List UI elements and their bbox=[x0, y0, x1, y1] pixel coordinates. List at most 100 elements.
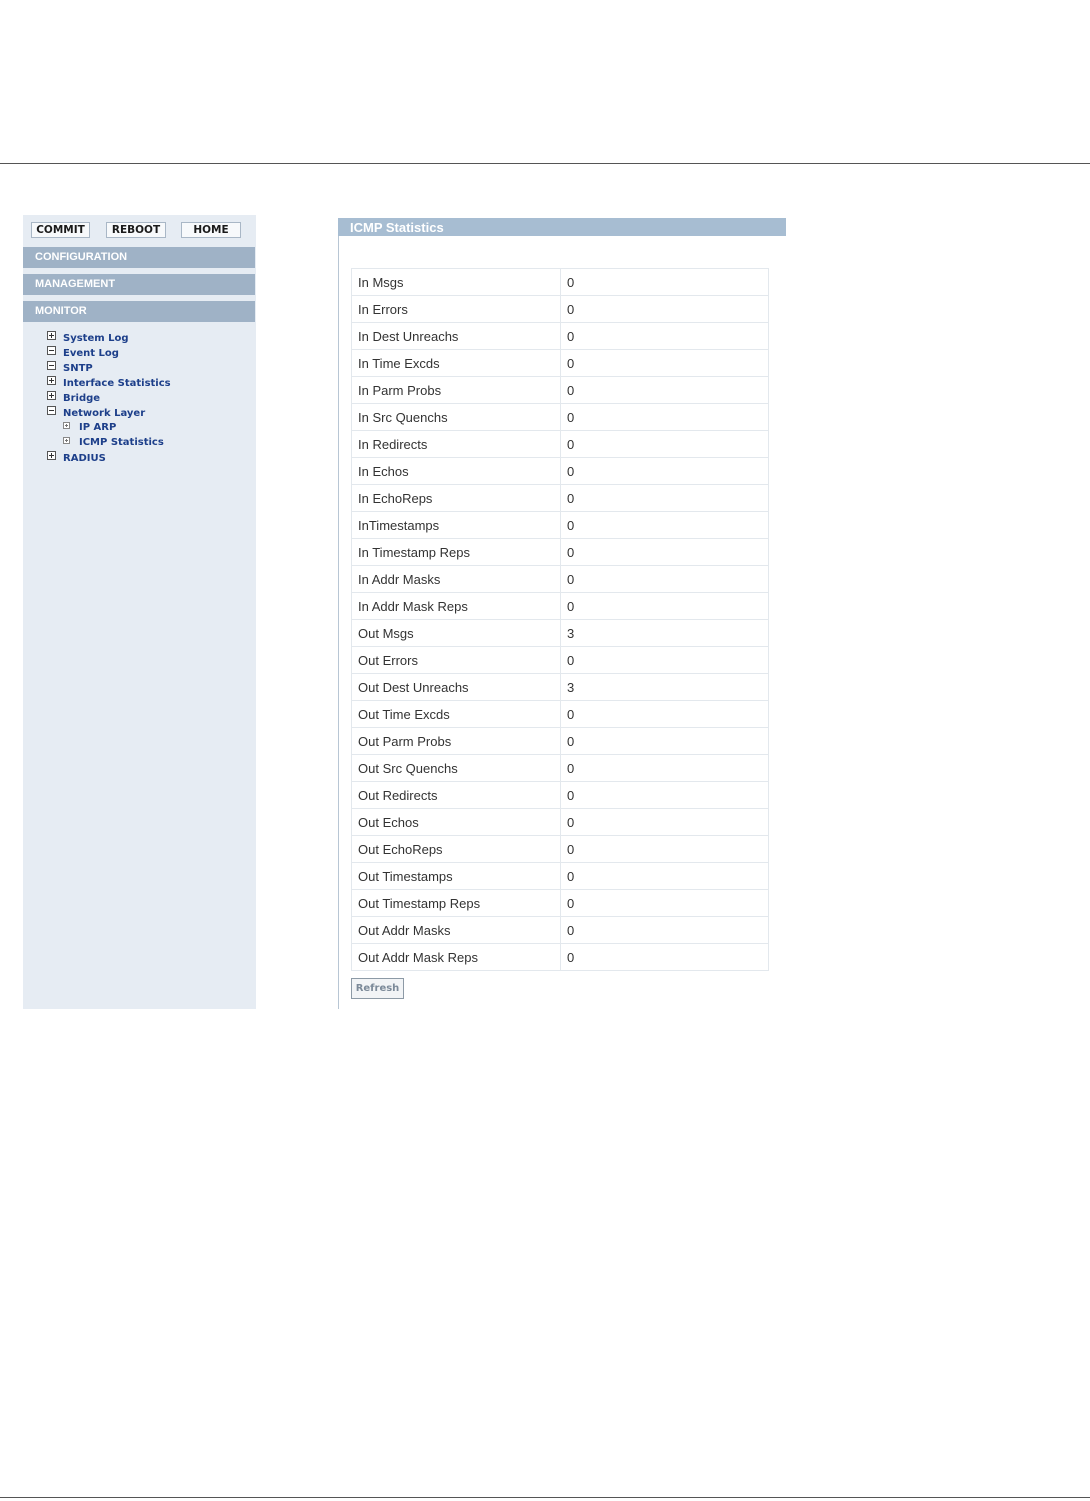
tree-item-label[interactable]: SNTP bbox=[63, 363, 93, 374]
reboot-button[interactable]: REBOOT bbox=[106, 222, 166, 238]
table-row: Out Parm Probs 0 bbox=[351, 727, 769, 755]
small-box-icon[interactable] bbox=[63, 437, 70, 444]
stat-label: Out Errors bbox=[351, 646, 561, 674]
table-row: Out Msgs 3 bbox=[351, 619, 769, 647]
table-row: Out Time Excds 0 bbox=[351, 700, 769, 728]
stat-value: 0 bbox=[560, 376, 769, 404]
monitor-tree: System Log Event Log SNTP Interface Statist… bbox=[47, 331, 171, 466]
stat-value: 0 bbox=[560, 754, 769, 782]
table-row: In Echos 0 bbox=[351, 457, 769, 485]
page-title: ICMP Statistics bbox=[338, 218, 786, 236]
stat-label: Out Timestamp Reps bbox=[351, 889, 561, 917]
stat-label: Out Redirects bbox=[351, 781, 561, 809]
stat-value: 0 bbox=[560, 511, 769, 539]
stat-label: In Addr Mask Reps bbox=[351, 592, 561, 620]
stat-label: In Dest Unreachs bbox=[351, 322, 561, 350]
stat-value: 0 bbox=[560, 430, 769, 458]
stat-label: Out Addr Masks bbox=[351, 916, 561, 944]
table-row: Out Timestamp Reps 0 bbox=[351, 889, 769, 917]
tree-item[interactable]: Event Log bbox=[47, 346, 171, 361]
tree-item-label[interactable]: Bridge bbox=[63, 393, 100, 404]
table-row: In Addr Masks 0 bbox=[351, 565, 769, 593]
stat-value: 3 bbox=[560, 673, 769, 701]
stat-label: Out EchoReps bbox=[351, 835, 561, 863]
stat-value: 0 bbox=[560, 916, 769, 944]
stat-label: In EchoReps bbox=[351, 484, 561, 512]
tree-item-label[interactable]: Interface Statistics bbox=[63, 378, 171, 389]
tree-item[interactable]: IP ARP bbox=[47, 421, 171, 436]
tree-item-label[interactable]: ICMP Statistics bbox=[79, 437, 164, 448]
table-row: In Time Excds 0 bbox=[351, 349, 769, 377]
stat-value: 0 bbox=[560, 808, 769, 836]
stat-value: 0 bbox=[560, 646, 769, 674]
stats-table: In Msgs 0 In Errors 0 In Dest Unreachs 0 In Ti… bbox=[351, 268, 769, 971]
table-row: In Parm Probs 0 bbox=[351, 376, 769, 404]
sidebar: COMMIT REBOOT HOME CONFIGURATION MANAGEM… bbox=[23, 215, 256, 1009]
stat-label: Out Addr Mask Reps bbox=[351, 943, 561, 971]
stat-label: Out Echos bbox=[351, 808, 561, 836]
plus-box-icon[interactable] bbox=[47, 376, 56, 385]
stat-value: 0 bbox=[560, 889, 769, 917]
table-row: Out Errors 0 bbox=[351, 646, 769, 674]
tree-item[interactable]: Bridge bbox=[47, 391, 171, 406]
header-divider bbox=[0, 163, 1090, 164]
stat-value: 0 bbox=[560, 592, 769, 620]
section-management[interactable]: MANAGEMENT bbox=[23, 274, 255, 295]
stat-value: 0 bbox=[560, 457, 769, 485]
commit-button[interactable]: COMMIT bbox=[31, 222, 90, 238]
stat-value: 0 bbox=[560, 565, 769, 593]
section-monitor[interactable]: MONITOR bbox=[23, 301, 255, 322]
stat-value: 0 bbox=[560, 484, 769, 512]
toolbar: COMMIT REBOOT HOME bbox=[31, 222, 253, 238]
tree-item-label[interactable]: Event Log bbox=[63, 348, 119, 359]
tree-item-label[interactable]: System Log bbox=[63, 333, 129, 344]
stat-value: 0 bbox=[560, 727, 769, 755]
tree-item-label[interactable]: Network Layer bbox=[63, 408, 145, 419]
stat-label: Out Dest Unreachs bbox=[351, 673, 561, 701]
footer-divider bbox=[0, 1497, 1090, 1498]
tree-item[interactable]: System Log bbox=[47, 331, 171, 346]
stat-label: In Errors bbox=[351, 295, 561, 323]
minus-box-icon[interactable] bbox=[47, 406, 56, 415]
stat-label: In Src Quenchs bbox=[351, 403, 561, 431]
home-button[interactable]: HOME bbox=[181, 222, 241, 238]
tree-item-label[interactable]: RADIUS bbox=[63, 453, 106, 464]
table-row: Out Echos 0 bbox=[351, 808, 769, 836]
table-row: In EchoReps 0 bbox=[351, 484, 769, 512]
stat-label: In Redirects bbox=[351, 430, 561, 458]
table-row: In Timestamp Reps 0 bbox=[351, 538, 769, 566]
small-box-icon[interactable] bbox=[63, 422, 70, 429]
table-row: In Dest Unreachs 0 bbox=[351, 322, 769, 350]
stat-label: Out Timestamps bbox=[351, 862, 561, 890]
refresh-button[interactable]: Refresh bbox=[351, 978, 404, 999]
table-row: Out Src Quenchs 0 bbox=[351, 754, 769, 782]
tree-item[interactable]: ICMP Statistics bbox=[47, 436, 171, 451]
stat-label: Out Src Quenchs bbox=[351, 754, 561, 782]
tree-item[interactable]: RADIUS bbox=[47, 451, 171, 466]
stat-value: 0 bbox=[560, 943, 769, 971]
tree-item[interactable]: Network Layer bbox=[47, 406, 171, 421]
table-row: Out Addr Mask Reps 0 bbox=[351, 943, 769, 971]
tree-item-label[interactable]: IP ARP bbox=[79, 422, 116, 433]
section-configuration[interactable]: CONFIGURATION bbox=[23, 247, 255, 268]
plus-box-icon[interactable] bbox=[47, 331, 56, 340]
stat-value: 0 bbox=[560, 835, 769, 863]
plus-box-icon[interactable] bbox=[47, 451, 56, 460]
stat-value: 3 bbox=[560, 619, 769, 647]
stat-label: Out Msgs bbox=[351, 619, 561, 647]
stat-value: 0 bbox=[560, 268, 769, 296]
stat-value: 0 bbox=[560, 322, 769, 350]
tree-item[interactable]: SNTP bbox=[47, 361, 171, 376]
table-row: In Src Quenchs 0 bbox=[351, 403, 769, 431]
stat-value: 0 bbox=[560, 295, 769, 323]
stat-value: 0 bbox=[560, 349, 769, 377]
stat-label: In Addr Masks bbox=[351, 565, 561, 593]
minus-box-icon[interactable] bbox=[47, 361, 56, 370]
tree-item[interactable]: Interface Statistics bbox=[47, 376, 171, 391]
content-divider bbox=[338, 236, 339, 1009]
stat-value: 0 bbox=[560, 862, 769, 890]
minus-box-icon[interactable] bbox=[47, 346, 56, 355]
plus-box-icon[interactable] bbox=[47, 391, 56, 400]
table-row: In Errors 0 bbox=[351, 295, 769, 323]
stat-value: 0 bbox=[560, 403, 769, 431]
